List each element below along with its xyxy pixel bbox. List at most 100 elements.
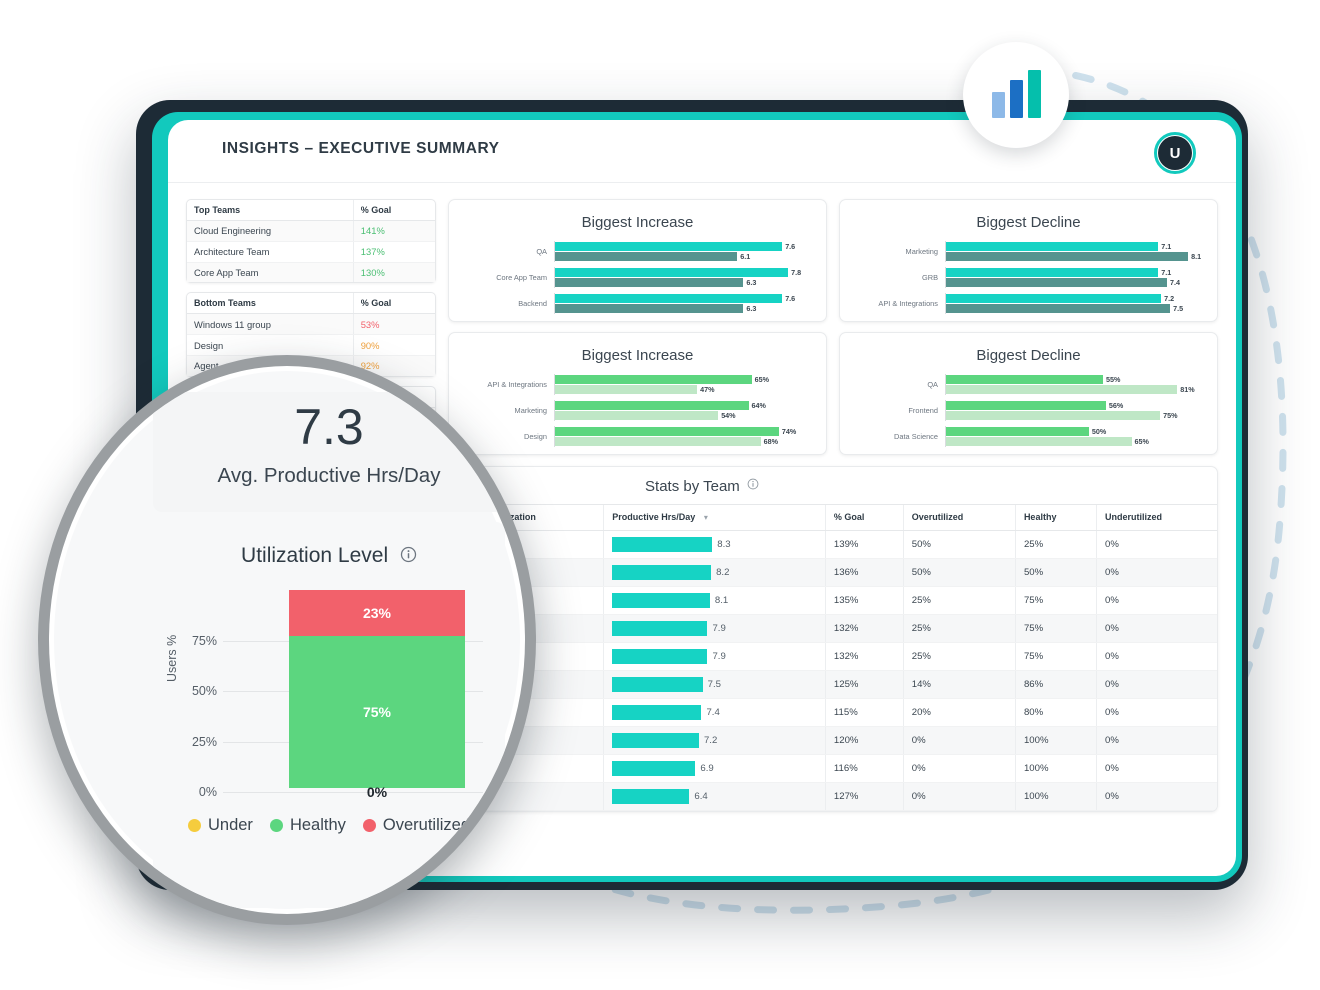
chart-bar-row: 7.8 (555, 268, 812, 277)
chart-title: Biggest Increase (581, 214, 694, 231)
productive-hrs-value: 8.3 (717, 539, 731, 551)
productive-hrs-value: 7.5 (707, 679, 721, 691)
table-row[interactable]: Windows 11 group 53% (187, 313, 435, 336)
chart-bar-groups: API & Integrations 65% 47% Marketing 64% 54% D… (463, 374, 812, 447)
table-row[interactable]: Core App Team Yes Optimal 7.9 132% 25% 75% 0% (187, 642, 1217, 672)
chart-bar-row: 7.1 (946, 268, 1203, 277)
table-row[interactable]: Architecture Team 137% (187, 241, 435, 263)
chart-bar-value: 7.5 (1173, 304, 1184, 313)
table-row[interactable]: Data S Yes Optimal 6.9 116% 0% 100% 0% (187, 754, 1217, 784)
table-row[interactable]: QA Yes High 8.2 136% 50% 50% 0% (187, 558, 1217, 588)
chart-bar-row: 6.3 (555, 304, 812, 313)
chart-bar-value: 65% (1134, 437, 1149, 446)
productive-hrs-bar (612, 789, 690, 805)
top-teams-card: Top Teams % Goal Cloud Engineering 141% Ar… (186, 199, 436, 284)
cell-team: Core App Team (187, 642, 314, 672)
cell-healthy: 80% (1014, 698, 1097, 728)
bar-chart-logo-icon (991, 70, 1041, 118)
chart-bar-row: 6.3 (555, 278, 812, 287)
cell-pct-goal: 139% (824, 530, 904, 560)
cell-team: Cl (187, 782, 314, 812)
cell-productive-hrs: 8.2 (603, 558, 826, 588)
team-value: 53% (352, 313, 435, 336)
chart-bar-row: 7.6 (555, 294, 812, 303)
col-goals-achieved[interactable]: Goals Achieved (313, 503, 452, 532)
chart-bar (555, 427, 779, 436)
avatar[interactable]: U (1154, 132, 1196, 174)
productive-hrs-bar (612, 565, 712, 581)
bottom-teams-card: Bottom Teams % Goal Windows 11 group 53% D… (186, 292, 436, 377)
col-overall-utilization[interactable]: Overall Utilization (450, 503, 604, 532)
cell-pct-goal: 120% (824, 726, 904, 756)
cell-overall-utilization: Optimal (450, 726, 604, 756)
cell-goals-achieved: Yes (313, 614, 452, 644)
chart-bar (946, 278, 1168, 287)
table-row[interactable]: Cloud Engineering 141% (187, 220, 435, 242)
dashboard-window: INSIGHTS – EXECUTIVE SUMMARY U Top Teams… (168, 120, 1236, 876)
col-overutilized-pct: % Overutilized (324, 386, 435, 408)
chart-category-label: Marketing (905, 246, 938, 256)
chart-bar-track: 74% 68% (554, 426, 812, 447)
bottom-teams-body: Windows 11 group 53% Design 90% Agent 92% (187, 313, 435, 376)
col-productive-hrs[interactable]: Productive Hrs/Day ▾ (603, 503, 826, 532)
cell-overutilized: 14% (902, 670, 1016, 700)
chart-bar-value: 7.2 (1164, 294, 1175, 303)
chart-category-group: Marketing 7.1 8.1 (854, 241, 1203, 262)
table-row[interactable]: Core App Team 130% (187, 262, 435, 283)
chart-bar (946, 294, 1162, 303)
table-row[interactable]: Backend Yes Optimal 7.9 132% 25% 75% 0% (187, 614, 1217, 644)
chart-bar-value: 8.1 (1191, 252, 1202, 261)
cell-productive-hrs: 8.1 (603, 586, 826, 616)
team-name: Cloud Engineering (187, 220, 354, 242)
cell-underutilized: 0% (1096, 558, 1217, 588)
col-team[interactable]: Team (187, 503, 314, 532)
chart-bar-value: 68% (763, 437, 778, 446)
chart-bar-row: 50% (946, 427, 1203, 436)
chart-category-label: QA (536, 246, 547, 256)
chart-bar-track: 64% 54% (554, 400, 812, 421)
chart-bar-track: 7.8 6.3 (554, 267, 812, 288)
chart-bar-track: 7.6 6.3 (554, 293, 812, 314)
chart-bar-value: 50% (1091, 427, 1107, 436)
col-top-teams: Top Teams (187, 200, 354, 221)
chart-bar (555, 252, 738, 261)
chevron-down-icon[interactable]: ▾ (704, 513, 708, 523)
col-underutilized[interactable]: Underutilized (1096, 503, 1217, 532)
table-header-row: Bottom Teams % Goal (187, 293, 435, 315)
chart-category-label: API & Integrations (878, 298, 938, 308)
chart-category-label: Marketing (514, 405, 547, 415)
table-row[interactable]: API & Inte Yes Optimal 7.2 120% 0% 100% 0% (187, 726, 1217, 756)
team-value: 90% (352, 334, 435, 356)
chart-bar (555, 268, 789, 277)
cell-goals-achieved: Yes (313, 530, 452, 560)
info-icon[interactable] (747, 478, 759, 490)
cell-goals-achieved: Yes (313, 642, 452, 672)
chart-bar-value: 7.1 (1161, 268, 1172, 277)
chart-title: Biggest Decline (976, 214, 1081, 231)
table-row[interactable]: Product Ma Yes Optimal 7.4 115% 20% 80% 0% (187, 698, 1217, 728)
table-row[interactable]: Arch (187, 407, 435, 428)
productive-hrs-bar (612, 705, 702, 721)
cell-healthy: 86% (1014, 670, 1097, 700)
chart-bar (946, 427, 1089, 436)
col-pct-goal[interactable]: % Goal (824, 503, 904, 532)
table-row[interactable]: Production M Yes Optimal 7.5 125% 14% 86% 0% (187, 670, 1217, 700)
table-row[interactable]: Architecture Team Yes High 8.3 139% 50% 25% 0% (187, 530, 1217, 560)
cell-overall-utilization: High (450, 558, 604, 588)
table-row[interactable]: Agent 92% (187, 355, 435, 376)
chart-category-group: API & Integrations 65% 47% (463, 374, 812, 395)
chart-bar-row: 56% (946, 401, 1203, 410)
col-overutilized[interactable]: Overutilized (902, 503, 1016, 532)
chart-bar-value: 56% (1108, 401, 1124, 410)
table-row[interactable]: Design 90% (187, 334, 435, 356)
stats-by-team-title: Stats by Team (187, 467, 1217, 504)
cell-underutilized: 0% (1096, 670, 1217, 700)
app-logo-badge (963, 42, 1069, 148)
productive-hrs-value: 8.1 (714, 595, 729, 607)
cell-productive-hrs: 7.2 (603, 726, 826, 756)
table-row[interactable]: Engineering Yes Optimal 8.1 135% 25% 75% 0% (187, 586, 1217, 616)
chart-bar-value: 47% (700, 385, 715, 394)
col-healthy[interactable]: Healthy (1014, 503, 1097, 532)
table-row[interactable]: Cl Yes Optimal 6.4 127% 0% 100% 0% (187, 782, 1217, 812)
cell-overall-utilization: Optimal (450, 754, 604, 784)
